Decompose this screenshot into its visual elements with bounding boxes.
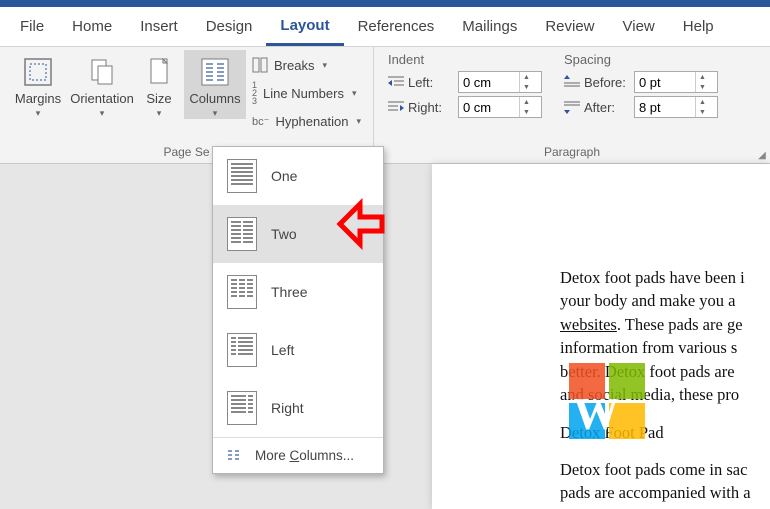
indent-left-icon [388, 75, 404, 89]
paragraph-dialog-launcher[interactable]: ◢ [756, 149, 768, 161]
caret-icon: ▾ [157, 108, 162, 119]
group-label-paragraph: Paragraph [380, 143, 764, 161]
spacing-before-label: Before: [584, 75, 630, 90]
doc-line: better. Detox foot pads are [560, 360, 770, 383]
spacing-after-icon [564, 100, 580, 114]
spacing-header: Spacing [564, 52, 718, 67]
columns-thumb-right [227, 391, 257, 425]
columns-thumb-two [227, 217, 257, 251]
margins-icon [20, 54, 56, 90]
margins-button[interactable]: Margins ▾ [6, 50, 70, 119]
group-paragraph: Indent Left: ▲▼ Right: [374, 47, 770, 163]
tab-layout[interactable]: Layout [266, 7, 343, 46]
tab-review[interactable]: Review [531, 7, 608, 46]
tab-mailings[interactable]: Mailings [448, 7, 531, 46]
indent-header: Indent [388, 52, 542, 67]
columns-option-right[interactable]: Right [213, 379, 383, 437]
doc-line: your body and make you a [560, 289, 770, 312]
doc-link-websites[interactable]: websites [560, 315, 617, 334]
columns-option-two[interactable]: Two [213, 205, 383, 263]
spin-down[interactable]: ▼ [696, 107, 709, 117]
spin-down[interactable]: ▼ [520, 107, 533, 117]
spacing-after-label: After: [584, 100, 630, 115]
caret-icon: ▾ [322, 60, 327, 71]
caret-icon: ▾ [356, 116, 361, 127]
columns-dropdown: One Two Three Left Right More Columns.. [212, 146, 384, 474]
indent-left-label: Left: [408, 75, 454, 90]
tab-file[interactable]: File [6, 7, 58, 46]
columns-option-three[interactable]: Three [213, 263, 383, 321]
columns-thumb-three [227, 275, 257, 309]
columns-button[interactable]: Columns ▾ [184, 50, 246, 119]
columns-icon [197, 54, 233, 90]
spin-up[interactable]: ▲ [520, 72, 533, 82]
doc-line: Detox Foot Pad [560, 421, 770, 444]
caret-icon: ▾ [213, 108, 218, 119]
line-numbers-button[interactable]: 123 Line Numbers▾ [250, 82, 363, 104]
spacing-before-icon [564, 75, 580, 89]
spin-up[interactable]: ▲ [696, 72, 709, 82]
caret-icon: ▾ [352, 88, 357, 99]
doc-line: information from various s [560, 336, 770, 359]
ribbon: Margins ▾ Orientation ▾ Size ▾ [0, 47, 770, 164]
spacing-before-spinner[interactable]: ▲▼ [634, 71, 718, 93]
spacing-before-input[interactable] [635, 75, 695, 90]
indent-right-label: Right: [408, 100, 454, 115]
indent-left-input[interactable] [459, 75, 519, 90]
hyphenation-button[interactable]: bc⁻ Hyphenation▾ [250, 110, 363, 132]
columns-option-one[interactable]: One [213, 147, 383, 205]
tab-help[interactable]: Help [669, 7, 728, 46]
indent-right-input[interactable] [459, 100, 519, 115]
hyphenation-icon: bc⁻ [252, 115, 269, 128]
more-columns-icon [227, 449, 243, 463]
columns-option-left[interactable]: Left [213, 321, 383, 379]
window-titlebar [0, 0, 770, 7]
tab-view[interactable]: View [609, 7, 669, 46]
size-button[interactable]: Size ▾ [134, 50, 184, 119]
orientation-button[interactable]: Orientation ▾ [70, 50, 134, 119]
indent-left-spinner[interactable]: ▲▼ [458, 71, 542, 93]
doc-line: Detox foot pads have been i [560, 266, 770, 289]
ribbon-tabs: File Home Insert Design Layout Reference… [0, 7, 770, 47]
tab-references[interactable]: References [344, 7, 449, 46]
breaks-button[interactable]: Breaks▾ [250, 54, 363, 76]
size-icon [141, 54, 177, 90]
tab-insert[interactable]: Insert [126, 7, 192, 46]
columns-more[interactable]: More Columns... [213, 438, 383, 473]
doc-line: websites. These pads are ge [560, 313, 770, 336]
tab-design[interactable]: Design [192, 7, 267, 46]
document-page[interactable]: Detox foot pads have been i your body an… [432, 164, 770, 509]
doc-line: pads are accompanied with a [560, 481, 770, 504]
orientation-icon [84, 54, 120, 90]
spin-up[interactable]: ▲ [520, 97, 533, 107]
spin-down[interactable]: ▼ [520, 82, 533, 92]
spin-down[interactable]: ▼ [696, 82, 709, 92]
spacing-after-input[interactable] [635, 100, 695, 115]
doc-line: Detox foot pads come in sac [560, 458, 770, 481]
caret-icon: ▾ [100, 108, 105, 119]
line-numbers-icon: 123 [252, 81, 257, 105]
doc-line: and social media, these pro [560, 383, 770, 406]
columns-thumb-left [227, 333, 257, 367]
caret-icon: ▾ [36, 108, 41, 119]
spin-up[interactable]: ▲ [696, 97, 709, 107]
spacing-after-spinner[interactable]: ▲▼ [634, 96, 718, 118]
columns-thumb-one [227, 159, 257, 193]
indent-right-icon [388, 100, 404, 114]
indent-right-spinner[interactable]: ▲▼ [458, 96, 542, 118]
tab-home[interactable]: Home [58, 7, 126, 46]
breaks-icon [252, 57, 268, 73]
